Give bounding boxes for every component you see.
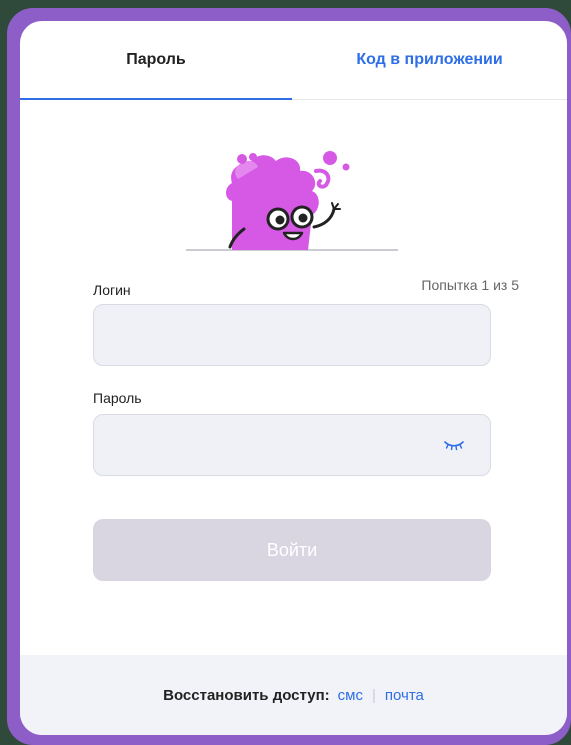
restore-access-footer: Восстановить доступ: смс | почта — [20, 655, 567, 735]
eye-closed-icon[interactable] — [444, 439, 464, 451]
sms-link[interactable]: смс — [338, 687, 363, 704]
login-input[interactable] — [93, 304, 491, 366]
mascot-illustration — [186, 151, 398, 251]
login-label: Логин — [93, 282, 131, 298]
password-label: Пароль — [93, 390, 142, 406]
password-input[interactable] — [93, 414, 491, 476]
restore-access-label: Восстановить доступ: — [163, 686, 330, 704]
auth-tabs: Пароль Код в приложении — [20, 21, 567, 100]
login-card: Пароль Код в приложении Логин Попытка 1 … — [20, 21, 567, 735]
window-frame: Пароль Код в приложении Логин Попытка 1 … — [0, 0, 571, 745]
attempt-counter: Попытка 1 из 5 — [421, 277, 519, 293]
login-button[interactable]: Войти — [93, 519, 491, 581]
tab-app-code[interactable]: Код в приложении — [292, 21, 567, 99]
tab-password[interactable]: Пароль — [20, 21, 292, 99]
email-link[interactable]: почта — [385, 687, 424, 704]
link-separator: | — [371, 686, 376, 704]
active-tab-indicator — [20, 98, 292, 100]
